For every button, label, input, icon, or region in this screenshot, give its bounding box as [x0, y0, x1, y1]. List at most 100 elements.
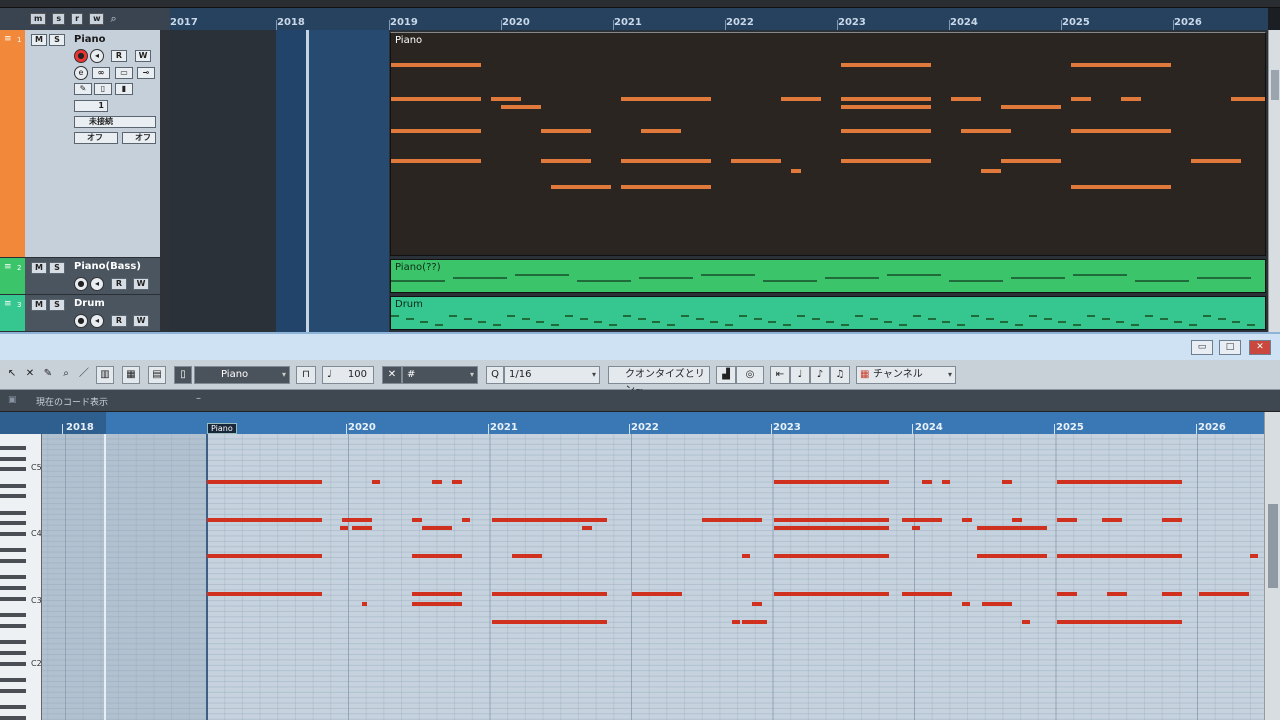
midi-note[interactable]: [774, 554, 889, 558]
midi-note[interactable]: [1057, 620, 1182, 624]
midi-note[interactable]: [492, 592, 607, 596]
midi-note[interactable]: [742, 620, 767, 624]
black-key[interactable]: [0, 548, 26, 553]
playback-cursor[interactable]: [104, 434, 106, 720]
midi-note[interactable]: [1162, 518, 1182, 522]
monitor-icon[interactable]: ◂: [90, 314, 104, 328]
black-key[interactable]: [0, 521, 26, 526]
midi-note[interactable]: [207, 480, 322, 484]
black-key[interactable]: [0, 624, 26, 628]
global-solo-button[interactable]: s: [52, 13, 66, 25]
midi-note[interactable]: [902, 592, 952, 596]
write-button[interactable]: W: [133, 278, 149, 290]
lane-icon[interactable]: ▭: [115, 67, 133, 79]
midi-note[interactable]: [462, 518, 470, 522]
midi-note[interactable]: [632, 592, 682, 596]
midi-note[interactable]: [1032, 526, 1042, 530]
read-button[interactable]: R: [111, 315, 127, 327]
midi-note[interactable]: [962, 518, 972, 522]
folder-icon[interactable]: ▯: [94, 83, 112, 95]
black-key[interactable]: [0, 510, 26, 515]
key-editor-ruler[interactable]: 2018 2020 2021 2022 2023 2024 2025 2026 …: [0, 412, 1264, 434]
part-list-icon[interactable]: ▯: [174, 366, 192, 384]
arrange-view[interactable]: Piano Piano(??) Drum: [170, 30, 1268, 332]
midi-note[interactable]: [340, 526, 348, 530]
black-key[interactable]: [0, 494, 26, 499]
piano-keyboard[interactable]: C5 C4 C3 C2: [0, 434, 42, 720]
black-key[interactable]: [0, 575, 26, 580]
midi-note[interactable]: [207, 518, 322, 522]
program-select[interactable]: オフ: [74, 132, 118, 144]
black-key[interactable]: [0, 586, 26, 591]
draw-tool-icon[interactable]: ✎: [40, 366, 56, 384]
record-enable-icon[interactable]: ●: [74, 49, 88, 63]
track-name[interactable]: Drum: [74, 298, 105, 309]
read-button[interactable]: R: [111, 278, 127, 290]
black-key[interactable]: [0, 661, 26, 666]
editor-vertical-scrollbar[interactable]: [1264, 412, 1280, 720]
midi-note[interactable]: [412, 592, 462, 596]
record-enable-icon[interactable]: ●: [74, 314, 88, 328]
midi-note[interactable]: [1022, 620, 1030, 624]
color-wheel-icon[interactable]: ◎: [736, 366, 764, 384]
step-input-icon[interactable]: ⊓: [296, 366, 316, 384]
midi-note[interactable]: [412, 554, 462, 558]
midi-note[interactable]: [1012, 518, 1022, 522]
track-piano-bass[interactable]: ≡ 2 M S Piano(Bass) ● ◂ R W: [0, 258, 160, 295]
close-button[interactable]: ✕: [1249, 340, 1271, 355]
channel-icon[interactable]: ▮: [115, 83, 133, 95]
track-name[interactable]: Piano: [74, 34, 106, 45]
black-key[interactable]: [0, 640, 26, 645]
project-ruler[interactable]: 2017 2018 2019 2020 2021 2022 2023 2024 …: [170, 8, 1268, 30]
quantize-preset-select[interactable]: 1/16 ▾: [504, 366, 600, 384]
quantize-button[interactable]: Q: [486, 366, 504, 384]
midi-note[interactable]: [442, 526, 450, 530]
global-read-button[interactable]: r: [71, 13, 84, 25]
midi-note[interactable]: [1002, 480, 1012, 484]
midi-note[interactable]: [342, 518, 372, 522]
midi-note[interactable]: [774, 518, 889, 522]
midi-note[interactable]: [977, 554, 1047, 558]
midi-note[interactable]: [1057, 592, 1077, 596]
midi-note[interactable]: [492, 518, 607, 522]
track-handle-icon[interactable]: ≡: [4, 299, 12, 309]
midi-note[interactable]: [1057, 518, 1077, 522]
midi-channel-field[interactable]: 1: [74, 100, 108, 112]
read-button[interactable]: R: [111, 50, 127, 62]
tracklist-divider[interactable]: [160, 30, 170, 332]
midi-note[interactable]: [732, 518, 742, 522]
note-step-icon[interactable]: ♫: [830, 366, 850, 384]
black-key[interactable]: [0, 678, 26, 682]
chord-track-bar[interactable]: ▣ 現在のコード表示 –: [0, 390, 1280, 412]
autoscroll-icon[interactable]: ▦: [122, 366, 140, 384]
midi-note[interactable]: [372, 480, 380, 484]
link-icon[interactable]: ∞: [92, 67, 110, 79]
mute-button[interactable]: M: [31, 262, 47, 274]
midi-note[interactable]: [352, 526, 372, 530]
midi-note[interactable]: [1162, 592, 1182, 596]
note-length-icon[interactable]: ♪: [810, 366, 830, 384]
midi-note[interactable]: [752, 602, 762, 606]
midi-note[interactable]: [492, 620, 607, 624]
midi-note[interactable]: [1057, 554, 1182, 558]
black-key[interactable]: [0, 715, 26, 720]
mute-button[interactable]: M: [31, 34, 47, 46]
pencil-icon[interactable]: ✎: [74, 83, 92, 95]
midi-note[interactable]: [902, 518, 942, 522]
midi-note[interactable]: [207, 592, 322, 596]
track-handle-icon[interactable]: ≡: [4, 34, 12, 44]
midi-note[interactable]: [774, 526, 889, 530]
insert-velocity-field[interactable]: ♩ 100: [322, 366, 374, 384]
midi-part-drum[interactable]: Drum: [390, 296, 1266, 330]
midi-note[interactable]: [412, 602, 462, 606]
track-drum[interactable]: ≡ 3 M S Drum ● ◂ R W: [0, 295, 160, 332]
midi-part-piano[interactable]: Piano: [390, 32, 1266, 256]
split-view-icon[interactable]: ▥: [96, 366, 114, 384]
midi-note[interactable]: [362, 602, 367, 606]
snap-type-select[interactable]: # ▾: [402, 366, 478, 384]
solo-button[interactable]: S: [49, 262, 65, 274]
black-key[interactable]: [0, 445, 26, 450]
black-key[interactable]: [0, 559, 26, 564]
global-mute-button[interactable]: m: [30, 13, 47, 25]
midi-note[interactable]: [1057, 480, 1182, 484]
